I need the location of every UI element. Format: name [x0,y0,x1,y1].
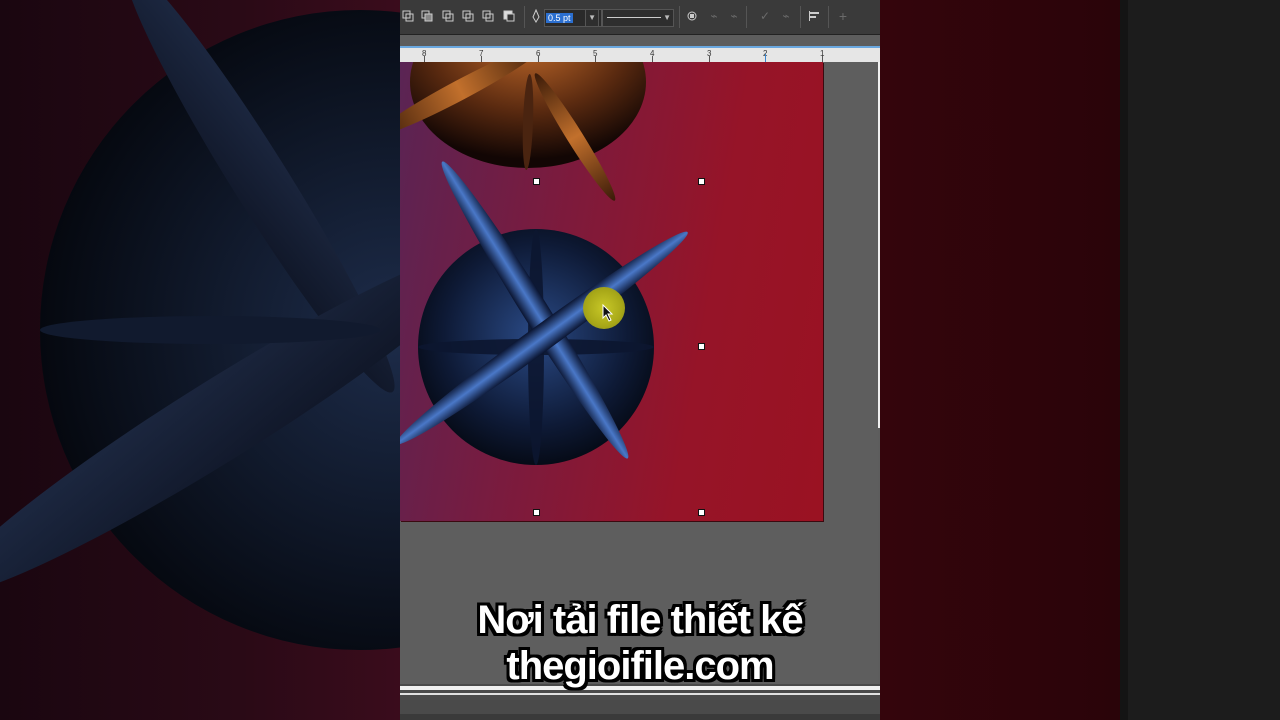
toolbar-separator [746,6,747,28]
weld-icon[interactable] [419,8,435,24]
convert-to-curves-icon: ✓ [759,9,771,23]
caption-line-1: Nơi tải file thiết kế [477,598,803,642]
intersect-icon[interactable] [460,8,476,24]
status-bar-area [400,684,880,720]
orange-sphere [400,0,646,201]
disabled-tool-icon: ⌁ [710,9,718,23]
simplify-icon[interactable] [480,8,496,24]
outline-width-dropdown[interactable]: ▼ [585,9,599,27]
outline-pen-icon[interactable] [528,8,544,24]
toolbar-separator [800,6,801,28]
combine-icon[interactable] [400,8,416,24]
selection-handle-top-right[interactable] [698,178,705,185]
status-bar [400,714,880,720]
trim-icon[interactable] [440,8,456,24]
drawing-canvas[interactable] [400,0,878,684]
caption-line-2: thegioifile.com [506,644,774,688]
wrap-text-icon[interactable] [684,8,700,24]
selection-handle-middle-right[interactable] [698,343,705,350]
blurred-background-right [880,0,1280,720]
selection-handle-bottom-left[interactable] [533,509,540,516]
vertical-scrollbar[interactable] [878,62,880,428]
toolbar-separator [828,6,829,28]
property-toolbar: 0.5 pt ▼ ▼ ⌁ ⌁ ✓ ⌁ + [400,0,880,35]
toolbar-separator [524,6,525,28]
page-tab-bar[interactable] [400,693,880,695]
disabled-tool-icon: ⌁ [730,9,738,23]
blue-sphere[interactable] [400,155,695,466]
background-divider [1120,0,1128,720]
align-icon[interactable] [806,8,822,24]
ruler-position-marker [765,54,766,62]
toolbar-separator [679,6,680,28]
blurred-artwork-left [0,0,400,650]
add-icon[interactable]: + [835,8,851,24]
disabled-tool-icon: ⌁ [782,9,790,23]
blurred-background-left [0,0,400,720]
mouse-pointer-icon [602,304,614,322]
selection-handle-top-left[interactable] [533,178,540,185]
horizontal-ruler: 8 7 6 5 4 3 2 1 [400,46,880,62]
back-minus-front-icon[interactable] [501,8,517,24]
background-strip [1128,0,1280,720]
selection-handle-bottom-right[interactable] [698,509,705,516]
line-style-dropdown[interactable]: ▼ [602,9,674,27]
